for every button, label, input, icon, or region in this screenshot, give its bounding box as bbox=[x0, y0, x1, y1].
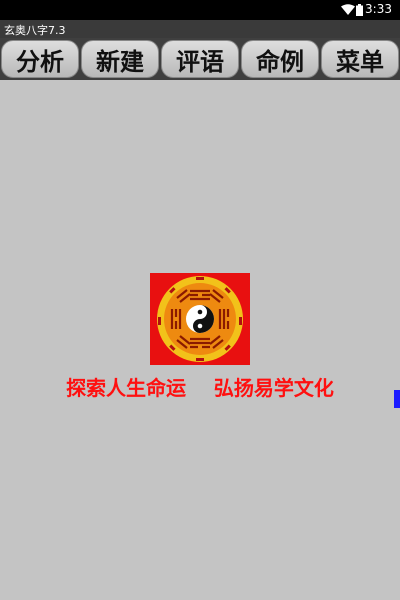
main-content: 探索人生命运 弘扬易学文化 bbox=[0, 80, 400, 600]
slogan-text: 探索人生命运 弘扬易学文化 bbox=[66, 376, 334, 400]
comments-button[interactable]: 评语 bbox=[161, 40, 239, 78]
status-time: 3:33 bbox=[365, 2, 392, 16]
main-toolbar: 分析 新建 评语 命例 菜单 bbox=[0, 38, 400, 80]
wifi-icon bbox=[341, 4, 355, 15]
app-title: 玄奥八字7.3 bbox=[4, 24, 66, 37]
examples-button[interactable]: 命例 bbox=[241, 40, 319, 78]
status-bar: 3:33 bbox=[0, 0, 400, 20]
scroll-indicator[interactable] bbox=[394, 390, 400, 408]
battery-icon bbox=[356, 4, 363, 16]
menu-button[interactable]: 菜单 bbox=[321, 40, 399, 78]
app-title-bar: 玄奥八字7.3 bbox=[0, 20, 400, 38]
bagua-taiji-icon bbox=[150, 273, 250, 365]
analyze-button[interactable]: 分析 bbox=[1, 40, 79, 78]
new-button[interactable]: 新建 bbox=[81, 40, 159, 78]
